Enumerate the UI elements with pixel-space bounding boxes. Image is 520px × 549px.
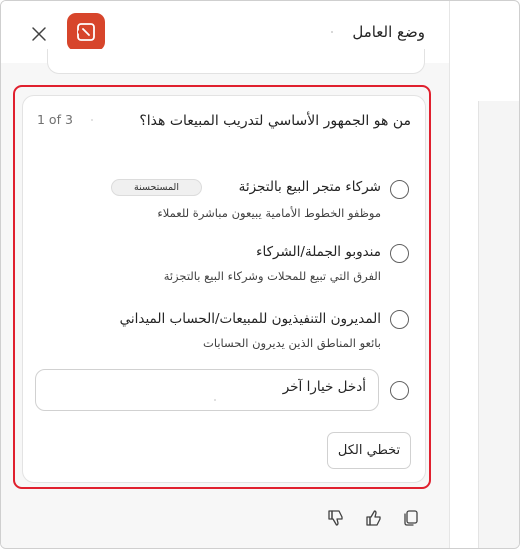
faint-mark xyxy=(91,119,93,121)
thumbs-up-button[interactable] xyxy=(362,506,386,530)
other-option-radio[interactable] xyxy=(390,381,409,400)
option-2-description: الفرق التي تبيع للمحلات وشركاء البيع بال… xyxy=(163,269,381,283)
option-3-radio[interactable] xyxy=(390,310,409,329)
question-counter: 1 of 3 xyxy=(37,112,73,127)
option-3-title[interactable]: المديرون التنفيذيون للمبيعات/الحساب المي… xyxy=(120,311,381,327)
thumbs-down-button[interactable] xyxy=(324,506,348,530)
option-1-title[interactable]: شركاء متجر البيع بالتجزئة xyxy=(239,179,381,195)
faint-mark xyxy=(214,399,216,401)
close-icon xyxy=(32,27,46,41)
recommended-badge: المستحسنة xyxy=(111,179,202,196)
document-edge xyxy=(478,101,519,548)
agent-window: وضع العامل 1 of 3 من هو الجمهور الأساسي … xyxy=(0,0,520,549)
office-agent-icon xyxy=(77,23,95,41)
option-1-radio[interactable] xyxy=(390,180,409,199)
copy-icon xyxy=(404,510,418,526)
previous-message-card xyxy=(47,49,425,74)
copy-button[interactable] xyxy=(399,506,423,530)
other-option-input[interactable]: أدخل خيارا آخر xyxy=(35,369,379,411)
thumbs-up-icon xyxy=(366,510,381,526)
option-2-title[interactable]: مندوبو الجملة/الشركاء xyxy=(256,244,381,260)
faint-mark xyxy=(331,31,333,33)
app-logo xyxy=(67,13,105,51)
option-1-description: موظفو الخطوط الأمامية يبيعون مباشرة للعم… xyxy=(157,206,381,220)
question-text: من هو الجمهور الأساسي لتدريب المبيعات هذ… xyxy=(139,113,411,129)
question-card-highlight xyxy=(13,85,431,489)
thumbs-down-icon xyxy=(328,510,343,526)
close-button[interactable] xyxy=(25,20,53,48)
pane-title: وضع العامل xyxy=(352,23,425,41)
option-2-radio[interactable] xyxy=(390,244,409,263)
option-3-description: بائعو المناطق الذين يديرون الحسابات xyxy=(203,336,381,350)
agent-pane: وضع العامل 1 of 3 من هو الجمهور الأساسي … xyxy=(1,1,450,548)
skip-all-button[interactable]: تخطي الكل xyxy=(327,432,411,469)
